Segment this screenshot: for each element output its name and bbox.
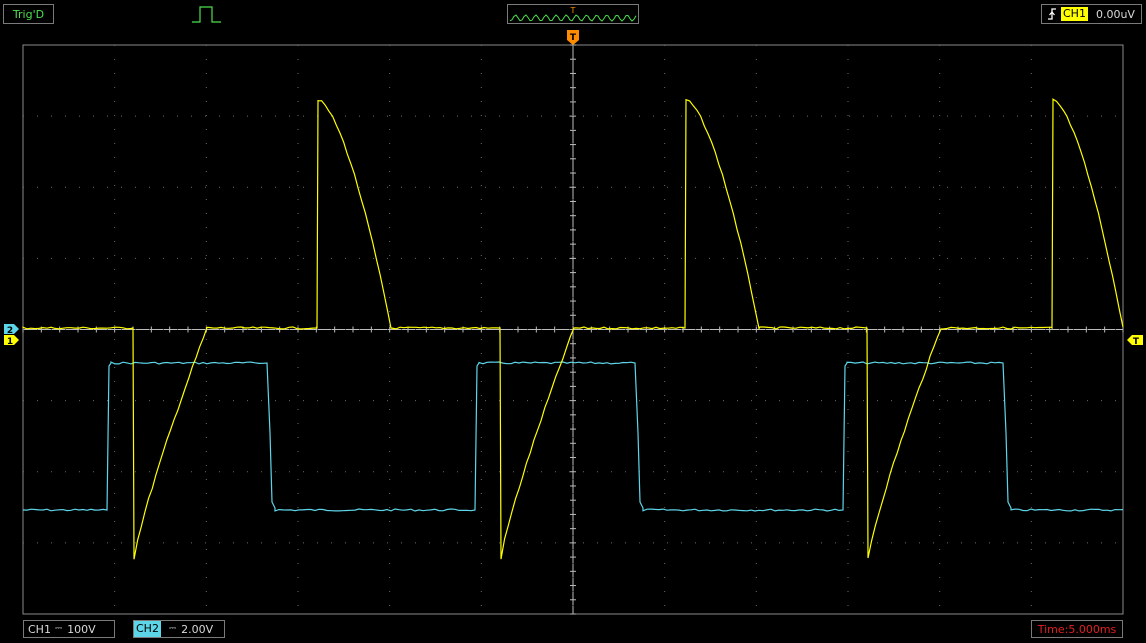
- trigger-status: Trig'D: [3, 4, 54, 24]
- timebase-status[interactable]: Time:5.000ms: [1031, 620, 1123, 638]
- ch1-status[interactable]: CH1 ⎓ 100V: [23, 620, 115, 638]
- ch2-ground-label: 2: [7, 326, 13, 336]
- ch1-label: CH1: [28, 622, 51, 636]
- trigger-level-label: T: [1133, 337, 1140, 347]
- trigger-status-text: Trig'D: [12, 7, 45, 21]
- ch1-ground-marker[interactable]: 1: [4, 335, 19, 347]
- scope-screen: T 2 1 T: [4, 6, 1143, 615]
- ch2-status[interactable]: CH2 ⎓ 2.00V: [133, 620, 225, 638]
- pulse-icon: [192, 6, 221, 23]
- ch2-ground-marker[interactable]: 2: [4, 324, 19, 336]
- ch2-label: CH2: [134, 621, 161, 637]
- ch1-ground-label: 1: [7, 337, 13, 347]
- overview-wave: [509, 14, 637, 22]
- trigger-position-label: T: [570, 33, 577, 43]
- trigger-info[interactable]: CH1 0.00uV: [1041, 4, 1142, 24]
- trigger-level-marker[interactable]: T: [1127, 335, 1143, 347]
- trigger-position-marker[interactable]: T: [567, 30, 579, 45]
- overview-trigger-marker: T: [570, 6, 576, 15]
- dc-coupling-icon: ⎓: [168, 624, 176, 634]
- trigger-channel-badge: CH1: [1061, 7, 1088, 21]
- waveform-overview[interactable]: T: [507, 4, 639, 24]
- rising-edge-icon: [1048, 8, 1056, 20]
- ch2-scale: 2.00V: [181, 622, 214, 636]
- ch1-scale: 100V: [67, 622, 96, 636]
- timebase: Time:5.000ms: [1037, 622, 1117, 636]
- trigger-level: 0.00uV: [1095, 7, 1135, 21]
- dc-coupling-icon: ⎓: [54, 624, 62, 634]
